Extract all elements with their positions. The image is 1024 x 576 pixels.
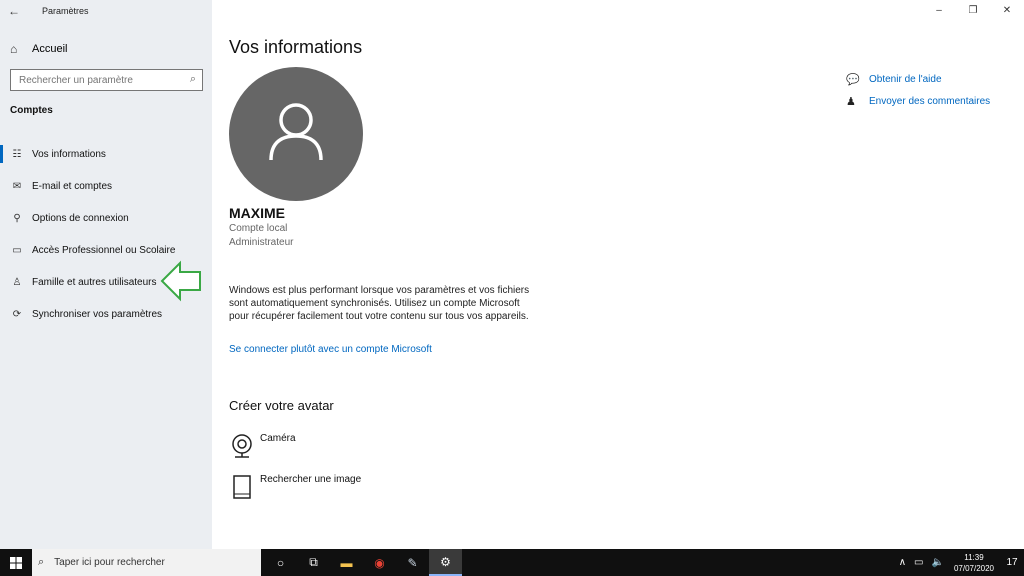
clock[interactable]: 11:39 07/07/2020 [954, 552, 994, 574]
sync-icon: ⟳ [12, 308, 22, 320]
browse-image-label: Rechercher une image [260, 474, 362, 485]
feedback-link[interactable]: ♟ Envoyer des commentaires [846, 90, 990, 112]
settings-search-input[interactable] [11, 70, 181, 91]
sync-description: Windows est plus performant lorsque vos … [229, 285, 530, 322]
chrome-icon[interactable]: ◉ [363, 549, 396, 576]
camera-icon [232, 434, 252, 458]
nav-home[interactable]: ⌂ Accueil [10, 41, 67, 57]
browse-image-option[interactable]: Rechercher une image [229, 474, 361, 500]
sidebar-item-label: Vos informations [32, 148, 106, 160]
feedback-icon: ♟ [846, 95, 856, 108]
sidebar-item-vos-informations[interactable]: ☷ Vos informations [0, 138, 212, 170]
section-title: Comptes [10, 105, 53, 116]
avatar-section-title: Créer votre avatar [229, 398, 334, 413]
settings-sidebar: ← Paramètres ⌂ Accueil ⌕ Comptes ☷ Vos i… [0, 0, 212, 549]
camera-option[interactable]: Caméra [229, 433, 296, 459]
window-controls: – ❐ ✕ [922, 0, 1024, 22]
system-tray: ∧ ▭ 🔈 11:39 07/07/2020 17 [895, 549, 1024, 576]
volume-icon[interactable]: 🔈 [932, 557, 944, 568]
windows-logo-icon [10, 556, 22, 569]
sidebar-item-connexion[interactable]: ⚲ Options de connexion [0, 202, 212, 234]
avatar [229, 67, 363, 201]
person-card-icon: ☷ [12, 148, 22, 160]
title-bar: ← Paramètres [0, 0, 212, 24]
settings-search-box[interactable]: ⌕ [10, 69, 203, 91]
briefcase-icon: ▭ [12, 244, 22, 256]
get-help-label: Obtenir de l'aide [869, 73, 942, 85]
notification-center-icon[interactable]: 17 [1000, 549, 1024, 576]
account-type: Compte local [229, 223, 288, 234]
sidebar-item-label: Accès Professionnel ou Scolaire [32, 244, 176, 256]
sidebar-item-label: E-mail et comptes [32, 180, 113, 192]
start-button[interactable] [0, 549, 32, 576]
cortana-icon[interactable]: ○ [264, 549, 297, 576]
image-file-icon [233, 475, 251, 499]
maximize-icon[interactable]: ❐ [956, 0, 990, 22]
settings-gear-icon[interactable]: ⚙ [429, 549, 462, 576]
time: 11:39 [964, 552, 984, 562]
back-arrow-icon[interactable]: ← [8, 4, 24, 20]
task-view-icon[interactable]: ⧉ [297, 549, 330, 576]
search-icon[interactable]: ⌕ [190, 73, 196, 86]
search-icon: ⌕ [38, 556, 45, 568]
paint-icon[interactable]: ✎ [396, 549, 429, 576]
home-icon: ⌂ [10, 42, 18, 56]
help-links: 💬 Obtenir de l'aide ♟ Envoyer des commen… [846, 68, 990, 112]
close-icon[interactable]: ✕ [990, 0, 1024, 22]
app-title: Paramètres [42, 6, 89, 16]
mail-icon: ✉ [12, 180, 22, 192]
taskbar: ⌕ Taper ici pour rechercher ○ ⧉ ▬ ◉ ✎ ⚙ … [0, 549, 1024, 576]
microsoft-account-link[interactable]: Se connecter plutôt avec un compte Micro… [229, 344, 432, 355]
camera-label: Caméra [260, 433, 296, 444]
username: MAXIME [229, 205, 285, 221]
taskbar-apps: ○ ⧉ ▬ ◉ ✎ ⚙ [264, 549, 462, 576]
key-icon: ⚲ [13, 212, 21, 224]
notification-count: 17 [1006, 557, 1018, 568]
green-arrow-annotation [160, 260, 201, 302]
sidebar-item-label: Options de connexion [32, 212, 129, 224]
sidebar-item-email[interactable]: ✉ E-mail et comptes [0, 170, 212, 202]
get-help-link[interactable]: 💬 Obtenir de l'aide [846, 68, 990, 90]
chevron-up-icon[interactable]: ∧ [899, 557, 906, 568]
minimize-icon[interactable]: – [922, 0, 956, 22]
user-icon [269, 103, 323, 161]
feedback-label: Envoyer des commentaires [869, 95, 991, 107]
account-role: Administrateur [229, 237, 294, 248]
sidebar-item-label: Famille et autres utilisateurs [32, 276, 157, 288]
sidebar-item-label: Synchroniser vos paramètres [32, 308, 163, 320]
page-title: Vos informations [229, 37, 363, 57]
chat-help-icon: 💬 [846, 73, 860, 86]
file-explorer-icon[interactable]: ▬ [330, 549, 363, 576]
network-icon[interactable]: ▭ [914, 557, 923, 568]
date: 07/07/2020 [953, 563, 994, 573]
taskbar-search-box[interactable]: ⌕ Taper ici pour rechercher [32, 549, 261, 576]
taskbar-search-placeholder: Taper ici pour rechercher [54, 557, 165, 568]
nav-home-label: Accueil [32, 43, 68, 55]
person-add-icon: ♙ [12, 276, 22, 288]
